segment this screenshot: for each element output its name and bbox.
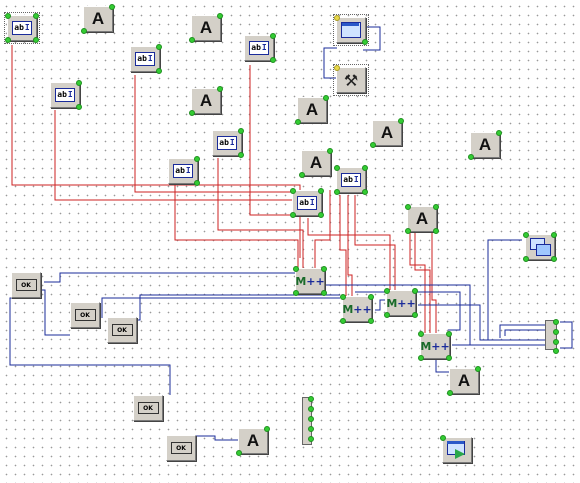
calculator-node[interactable]: M++ [293, 266, 327, 296]
static-text-node[interactable]: A [295, 95, 329, 125]
wire [44, 272, 295, 283]
wire-layer [9, 26, 573, 441]
static-text-icon: A [199, 18, 213, 37]
calculator-node[interactable]: M++ [418, 331, 452, 361]
wire [504, 329, 545, 336]
form-window-icon [341, 22, 361, 38]
static-text-node[interactable]: A [81, 4, 115, 34]
edit-field-node[interactable]: ab I [130, 44, 162, 74]
push-button-node[interactable]: OK [70, 302, 100, 328]
tools-icon: ⚒ [343, 70, 359, 90]
wire [101, 297, 340, 318]
calculator-icon: M++ [420, 339, 450, 353]
push-button-icon: OK [15, 279, 37, 291]
push-button-node[interactable]: OK [166, 435, 196, 461]
edit-field-icon: ab I [173, 164, 193, 178]
push-button-icon: OK [137, 402, 159, 414]
wire [339, 195, 347, 296]
static-text-node[interactable]: A [405, 204, 439, 234]
static-text-icon: A [478, 135, 492, 154]
edit-field-icon: ab I [135, 52, 155, 66]
wire [414, 232, 431, 335]
export-window-icon [447, 441, 467, 459]
export-window-node[interactable] [440, 435, 472, 463]
calculator-node[interactable]: M++ [340, 294, 374, 324]
wire [409, 232, 426, 335]
multi-window-icon [530, 238, 551, 256]
static-text-node[interactable]: A [447, 366, 481, 396]
edit-field-node[interactable]: ab I [334, 165, 368, 195]
static-text-icon: A [415, 209, 429, 228]
bus-connector-node[interactable] [302, 396, 314, 445]
edit-field-icon: ab I [12, 21, 32, 35]
static-text-icon: A [246, 431, 260, 450]
static-text-icon: A [457, 371, 471, 390]
wire [196, 435, 238, 441]
edit-field-icon: ab I [55, 88, 75, 102]
static-text-node[interactable]: A [370, 118, 404, 148]
wire [560, 321, 573, 349]
calculator-icon: M++ [386, 296, 416, 310]
calculator-node[interactable]: M++ [384, 288, 418, 318]
wire [347, 195, 353, 296]
edit-field-icon: ab I [341, 173, 361, 187]
wire [375, 299, 385, 311]
wire [354, 195, 396, 290]
edit-field-icon: ab I [297, 196, 317, 210]
static-text-icon: A [199, 91, 213, 110]
wire [40, 289, 70, 336]
wire [174, 185, 299, 268]
edit-field-node[interactable]: ab I [212, 128, 244, 158]
static-text-icon: A [380, 123, 394, 142]
push-button-icon: OK [111, 324, 133, 336]
edit-field-icon: ab I [217, 136, 237, 150]
bus-connector-node[interactable] [545, 319, 559, 354]
edit-field-node[interactable]: ab I [290, 188, 324, 218]
static-text-node[interactable]: A [236, 426, 270, 456]
calculator-icon: M++ [342, 302, 372, 316]
static-text-icon: A [305, 100, 319, 119]
push-button-icon: OK [170, 442, 192, 454]
multi-window-node[interactable] [523, 232, 557, 262]
static-text-node[interactable]: A [189, 13, 223, 43]
static-text-node[interactable]: A [189, 86, 223, 116]
form-window-node[interactable] [333, 14, 369, 46]
wire [138, 294, 340, 321]
wire [499, 324, 545, 338]
push-button-node[interactable]: OK [11, 272, 41, 298]
edit-field-node[interactable]: ab I [168, 156, 200, 186]
tools-node[interactable]: ⚒ [333, 64, 369, 96]
edit-field-node[interactable]: ab I [50, 80, 82, 110]
edit-field-node[interactable]: ab I [4, 12, 40, 44]
static-text-node[interactable]: A [299, 148, 333, 178]
edit-field-node[interactable]: ab I [244, 33, 276, 63]
push-button-node[interactable]: OK [133, 395, 163, 421]
push-button-node[interactable]: OK [107, 317, 137, 343]
edit-field-icon: ab I [249, 41, 269, 55]
static-text-icon: A [309, 153, 323, 172]
calculator-icon: M++ [295, 274, 325, 288]
push-button-icon: OK [74, 309, 96, 321]
static-text-icon: A [91, 9, 105, 28]
wire [431, 232, 437, 335]
wire [435, 360, 450, 373]
static-text-node[interactable]: A [468, 130, 502, 160]
